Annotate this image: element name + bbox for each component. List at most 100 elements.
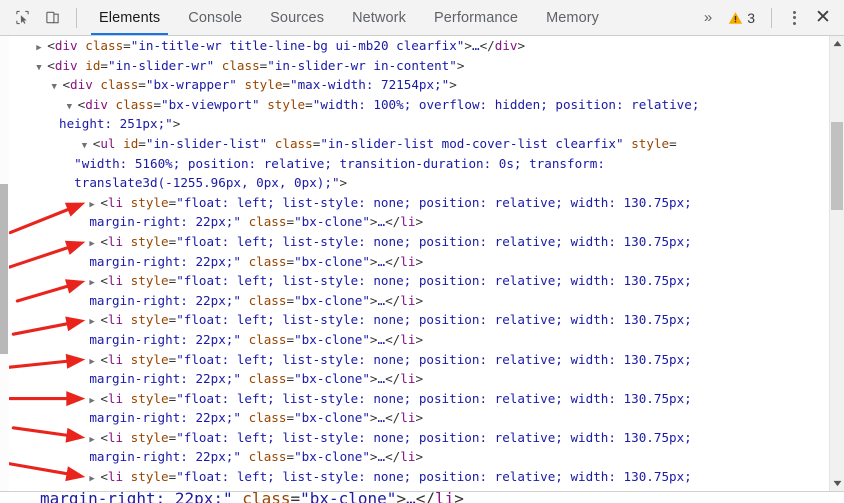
code-token-vl: "bx-clone" — [294, 214, 370, 230]
code-token-pn: = — [100, 57, 108, 73]
code-token-tg: li — [107, 429, 124, 445]
code-token-vl: margin-right: 22px;" — [89, 331, 241, 347]
collapse-triangle-icon[interactable]: ▼ — [36, 59, 47, 79]
left-scrollbar[interactable] — [0, 36, 9, 491]
code-token-pn: > — [415, 449, 424, 465]
scroll-up-arrow-icon[interactable] — [830, 36, 844, 51]
dom-code-lines: ▶ <div class="in-title-wr title-line-bg u… — [0, 36, 844, 487]
code-token-pn: > — [172, 116, 181, 132]
code-token-pn — [241, 293, 249, 308]
close-icon[interactable]: ✕ — [808, 4, 838, 32]
devtools-window: Elements Console Sources Network Perform… — [0, 0, 844, 503]
dom-line[interactable]: ▶ <li style="float: left; list-style: non… — [0, 350, 844, 370]
device-toolbar-icon[interactable] — [38, 4, 66, 32]
code-token-tg: li — [400, 410, 416, 426]
dom-line[interactable]: ▼ <div id="in-slider-wr" class="in-slider… — [0, 56, 844, 76]
code-token-pn: < — [100, 233, 108, 249]
code-token-el: … — [377, 253, 386, 269]
code-token-pn: > — [464, 38, 472, 53]
code-token-vl: "float: left; list-style: none; position… — [176, 351, 692, 367]
dom-line[interactable]: ▶ <li style="float: left; list-style: non… — [0, 428, 844, 448]
dom-line[interactable]: ▶ <li style="float: left; list-style: non… — [0, 193, 844, 213]
code-token-tg: li — [107, 233, 124, 249]
kebab-menu-icon[interactable] — [782, 4, 806, 32]
code-token-vl: "in-slider-wr in-content" — [267, 57, 457, 73]
code-token-pn — [267, 136, 275, 151]
code-token-tg: li — [107, 273, 124, 289]
warning-status[interactable]: 3 — [722, 0, 761, 35]
tab-elements[interactable]: Elements — [85, 0, 174, 35]
dom-line[interactable]: margin-right: 22px;" class="bx-clone">…<… — [0, 408, 844, 428]
code-token-pn: < — [62, 77, 71, 93]
collapse-triangle-icon[interactable]: ▼ — [51, 78, 62, 98]
code-token-vl: "width: 100%; overflow: hidden; position… — [312, 96, 700, 112]
code-token-pn: = — [305, 96, 313, 112]
dom-line[interactable]: ▶ <li style="float: left; list-style: non… — [0, 389, 844, 409]
code-token-tg: li — [400, 214, 416, 230]
dom-line[interactable]: margin-right: 22px;" class="bx-clone">…<… — [0, 369, 844, 389]
tab-performance[interactable]: Performance — [420, 0, 532, 35]
more-tabs-icon[interactable]: » — [696, 0, 720, 35]
code-token-vl: margin-right: 22px;" — [89, 214, 241, 230]
code-token-pn: > — [396, 491, 407, 503]
dom-line[interactable]: ▼ <div class="bx-wrapper" style="max-widt… — [0, 75, 844, 95]
code-token-at: class — [274, 135, 313, 151]
code-token-pn — [123, 430, 131, 445]
dom-line[interactable]: ▶ <li style="float: left; list-style: non… — [0, 271, 844, 291]
dom-line[interactable]: margin-right: 22px;" class="bx-clone">…<… — [0, 330, 844, 350]
code-token-pn: = — [123, 38, 131, 53]
code-token-vl: "bx-clone" — [294, 331, 370, 347]
code-token-at: style — [130, 233, 169, 249]
code-token-vl: "bx-wrapper" — [145, 77, 237, 93]
code-token-vl: "bx-viewport" — [161, 96, 260, 112]
tab-sources[interactable]: Sources — [256, 0, 338, 35]
code-token-vl: margin-right: 22px;" — [40, 491, 233, 503]
dom-line[interactable]: translate3d(-1255.96px, 0px, 0px);"> — [0, 173, 844, 193]
code-token-vl: "bx-clone" — [300, 491, 397, 503]
code-token-at: class — [248, 292, 287, 308]
code-token-pn: = — [290, 491, 301, 503]
left-scrollbar-thumb[interactable] — [0, 184, 8, 354]
code-token-tg: div — [54, 38, 78, 53]
dom-line[interactable]: ▶ <div class="in-title-wr title-line-bg u… — [0, 36, 844, 56]
code-token-pn — [241, 449, 249, 464]
code-token-pn: < — [100, 194, 108, 210]
dom-line[interactable]: ▶ <li style="float: left; list-style: non… — [0, 467, 844, 487]
dom-line[interactable]: margin-right: 22px;" class="bx-clone">…<… — [0, 252, 844, 272]
dom-line[interactable]: margin-right: 22px;" class="bx-clone">…<… — [0, 291, 844, 311]
tab-memory[interactable]: Memory — [532, 0, 613, 35]
dom-line[interactable]: ▼ <ul id="in-slider-list" class="in-slide… — [0, 134, 844, 154]
dom-line[interactable]: ▶ <li style="float: left; list-style: non… — [0, 310, 844, 330]
code-token-vl: "float: left; list-style: none; position… — [176, 194, 692, 210]
code-token-tg: li — [400, 253, 416, 269]
code-token-tg: div — [54, 57, 78, 73]
code-token-pn: > — [369, 253, 378, 269]
code-token-pn: > — [454, 491, 464, 503]
dom-scrollbar-thumb[interactable] — [831, 122, 843, 210]
dom-line[interactable]: margin-right: 22px;" class="bx-clone">…<… — [0, 447, 844, 467]
expand-triangle-icon[interactable]: ▶ — [89, 470, 100, 490]
dom-line[interactable]: margin-right: 22px;" class="bx-clone">…<… — [0, 212, 844, 232]
code-token-pn: = — [669, 135, 677, 151]
code-token-pn — [241, 371, 249, 386]
dom-line[interactable]: "width: 5160%; position: relative; trans… — [0, 154, 844, 174]
code-token-vl: margin-right: 22px;" — [89, 292, 241, 308]
code-token-pn: = — [153, 96, 162, 112]
code-token-pn — [116, 136, 124, 151]
tab-network[interactable]: Network — [338, 0, 420, 35]
scroll-down-arrow-icon[interactable] — [830, 476, 844, 491]
clipped-dom-row: margin-right: 22px;" class="bx-clone">…<… — [0, 491, 844, 503]
code-token-pn — [123, 352, 131, 367]
dom-line[interactable]: height: 251px;"> — [0, 114, 844, 134]
code-token-pn: < — [100, 351, 108, 367]
inspect-cursor-icon[interactable] — [8, 4, 36, 32]
tab-console[interactable]: Console — [174, 0, 256, 35]
code-token-pn: </ — [385, 253, 401, 269]
dom-line[interactable]: ▶ <li style="float: left; list-style: non… — [0, 232, 844, 252]
code-token-at: class — [242, 491, 291, 503]
elements-dom-tree[interactable]: ▶ <div class="in-title-wr title-line-bg u… — [0, 36, 844, 491]
code-token-pn — [123, 273, 131, 288]
dom-vertical-scrollbar[interactable] — [829, 36, 844, 491]
code-token-vl: "bx-clone" — [294, 449, 370, 465]
dom-line[interactable]: ▼ <div class="bx-viewport" style="width: … — [0, 95, 844, 115]
